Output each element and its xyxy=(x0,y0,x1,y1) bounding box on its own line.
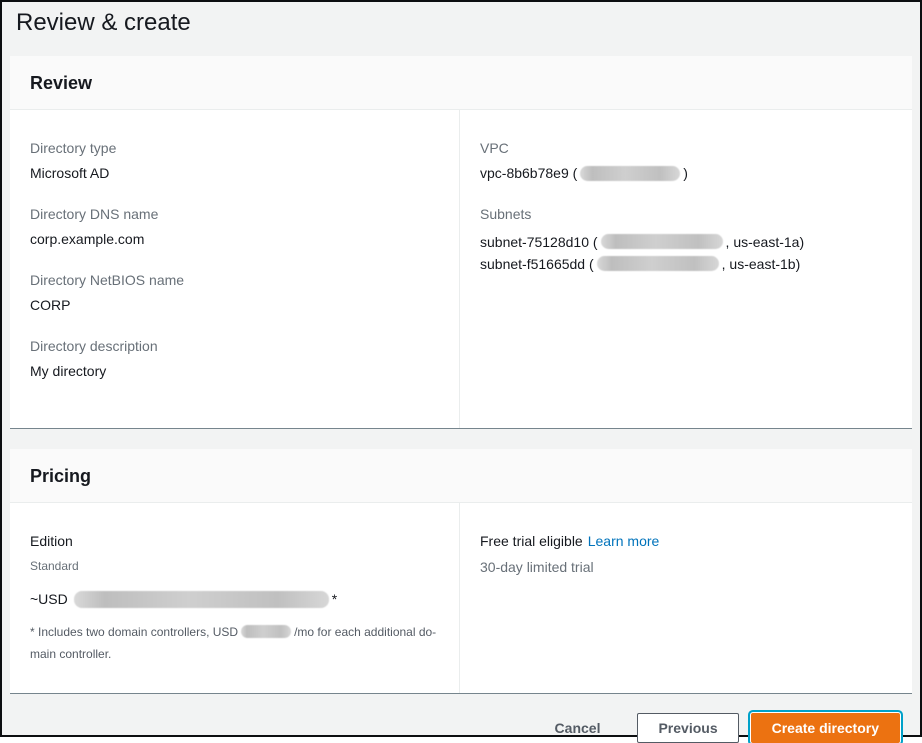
free-trial-text: Free trial eligible xyxy=(480,533,583,549)
directory-dns-name-label: Directory DNS name xyxy=(30,206,439,223)
directory-netbios-name-value: CORP xyxy=(30,297,439,314)
price-estimate: ~USD * xyxy=(30,591,439,608)
field-edition: Edition Standard xyxy=(30,533,439,574)
directory-dns-name-value: corp.example.com xyxy=(30,231,439,248)
directory-description-value: My directory xyxy=(30,363,439,380)
review-panel-header: Review xyxy=(10,56,912,110)
subnet-value-prefix: subnet-75128d10 ( xyxy=(480,234,598,250)
directory-description-label: Directory description xyxy=(30,338,439,355)
subnet-value-suffix: , us-east-1b) xyxy=(722,256,801,272)
previous-button[interactable]: Previous xyxy=(637,713,738,743)
learn-more-link[interactable]: Learn more xyxy=(588,533,660,549)
pricing-panel-header: Pricing xyxy=(10,449,912,503)
field-directory-netbios-name: Directory NetBIOS name CORP xyxy=(30,272,439,314)
review-panel-title: Review xyxy=(30,72,892,94)
price-footnote: * Includes two domain controllers, USD/m… xyxy=(30,621,439,665)
field-directory-description: Directory description My directory xyxy=(30,338,439,380)
directory-type-label: Directory type xyxy=(30,140,439,157)
footer-actions: Cancel Previous Create directory xyxy=(18,713,904,743)
pricing-right-column: Free trial eligible Learn more 30-day lim… xyxy=(460,503,912,693)
redacted-value xyxy=(580,166,680,181)
subnets-label: Subnets xyxy=(480,206,892,223)
vpc-value: vpc-8b6b78e9 () xyxy=(480,165,892,182)
pricing-panel-body: Edition Standard ~USD * * Includes two do… xyxy=(10,503,912,693)
directory-type-value: Microsoft AD xyxy=(30,165,439,182)
review-panel-body: Directory type Microsoft AD Directory DN… xyxy=(10,110,912,428)
pricing-panel: Pricing Edition Standard ~USD * * Include… xyxy=(10,449,912,694)
vpc-value-prefix: vpc-8b6b78e9 ( xyxy=(480,165,577,181)
review-panel: Review Directory type Microsoft AD Direc… xyxy=(10,56,912,429)
subnet-row: subnet-75128d10 ( , us-east-1a) xyxy=(480,231,892,253)
page-content: Review Directory type Microsoft AD Direc… xyxy=(10,56,912,743)
vpc-label: VPC xyxy=(480,140,892,157)
edition-value: Standard xyxy=(30,559,439,574)
field-directory-type: Directory type Microsoft AD xyxy=(30,140,439,182)
field-directory-dns-name: Directory DNS name corp.example.com xyxy=(30,206,439,248)
review-right-column: VPC vpc-8b6b78e9 () Subnets subnet-75128… xyxy=(460,110,912,428)
pricing-left-column: Edition Standard ~USD * * Includes two do… xyxy=(10,503,460,693)
footnote-suffix: /mo for each additional do- xyxy=(294,625,436,639)
review-left-column: Directory type Microsoft AD Directory DN… xyxy=(10,110,460,428)
page-title: Review & create xyxy=(16,9,920,37)
create-directory-button[interactable]: Create directory xyxy=(751,713,900,743)
redacted-value xyxy=(601,234,723,249)
redacted-value xyxy=(597,256,719,271)
cancel-button[interactable]: Cancel xyxy=(555,720,601,736)
redacted-value xyxy=(241,625,291,638)
redacted-value xyxy=(74,591,329,608)
pricing-panel-title: Pricing xyxy=(30,465,892,487)
vpc-value-suffix: ) xyxy=(683,165,688,181)
field-vpc: VPC vpc-8b6b78e9 () xyxy=(480,140,892,182)
price-prefix: ~USD xyxy=(30,591,68,607)
subnet-row: subnet-f51665dd ( , us-east-1b) xyxy=(480,253,892,275)
free-trial-line: Free trial eligible Learn more xyxy=(480,533,892,550)
trial-detail: 30-day limited trial xyxy=(480,559,892,575)
footnote-line2: main controller. xyxy=(30,647,111,661)
footnote-prefix: * Includes two domain controllers, USD xyxy=(30,625,238,639)
field-subnets: Subnets subnet-75128d10 ( , us-east-1a) s… xyxy=(480,206,892,275)
subnet-value-prefix: subnet-f51665dd ( xyxy=(480,256,594,272)
directory-netbios-name-label: Directory NetBIOS name xyxy=(30,272,439,289)
edition-label: Edition xyxy=(30,533,439,550)
price-asterisk: * xyxy=(332,591,337,607)
subnet-value-suffix: , us-east-1a) xyxy=(726,234,805,250)
